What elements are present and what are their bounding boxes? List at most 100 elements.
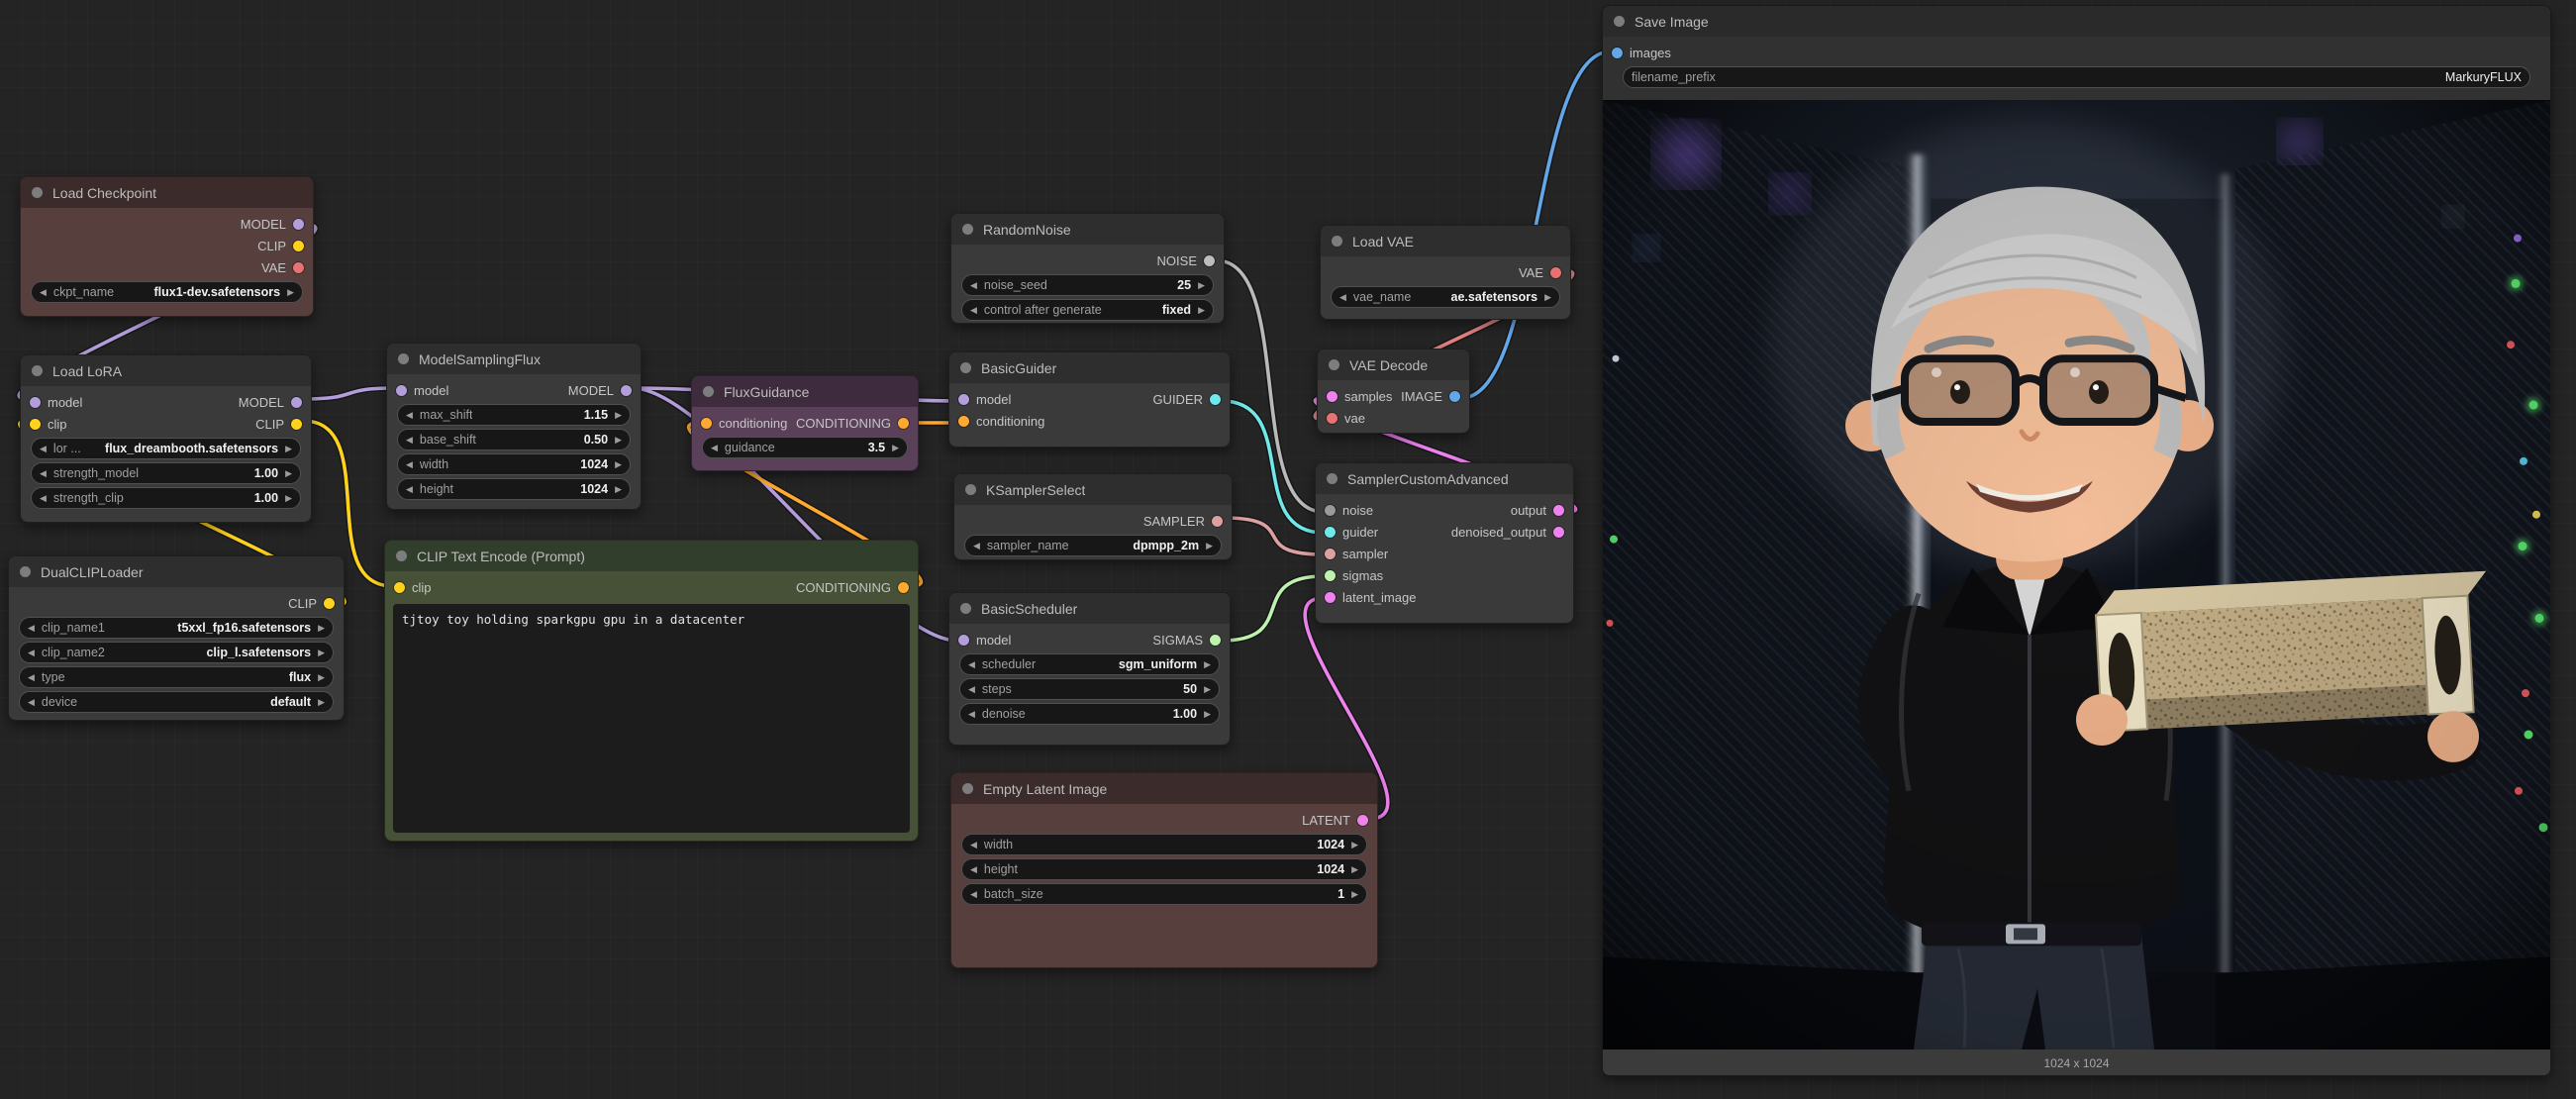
vae-input-port[interactable] bbox=[1327, 413, 1338, 424]
next-arrow-icon[interactable]: ▶ bbox=[892, 443, 899, 453]
lora-name-widget[interactable]: ◀lor ...flux_dreambooth.safetensors▶ bbox=[31, 438, 301, 459]
next-arrow-icon[interactable]: ▶ bbox=[615, 459, 622, 470]
prev-arrow-icon[interactable]: ◀ bbox=[973, 541, 980, 551]
prev-arrow-icon[interactable]: ◀ bbox=[970, 889, 977, 900]
steps-widget[interactable]: ◀steps50▶ bbox=[959, 678, 1220, 700]
height-widget[interactable]: ◀height1024▶ bbox=[961, 858, 1367, 880]
scheduler-widget[interactable]: ◀schedulersgm_uniform▶ bbox=[959, 653, 1220, 675]
prev-arrow-icon[interactable]: ◀ bbox=[968, 709, 975, 720]
node-empty-latent-image[interactable]: Empty Latent Image LATENT ◀width1024▶ ◀h… bbox=[950, 772, 1378, 968]
node-sampler-custom-advanced[interactable]: SamplerCustomAdvanced noise output guide… bbox=[1315, 462, 1574, 624]
noise-input-port[interactable] bbox=[1325, 505, 1336, 516]
vae-output-port[interactable] bbox=[1550, 267, 1561, 278]
latent-output-port[interactable] bbox=[1357, 815, 1368, 826]
node-status-dot[interactable] bbox=[703, 386, 714, 397]
clip-name1-widget[interactable]: ◀clip_name1t5xxl_fp16.safetensors▶ bbox=[19, 617, 334, 639]
sampler-output-port[interactable] bbox=[1212, 516, 1223, 527]
denoised-output-port[interactable] bbox=[1553, 527, 1564, 538]
control-after-generate-widget[interactable]: ◀control after generatefixed▶ bbox=[961, 299, 1214, 321]
next-arrow-icon[interactable]: ▶ bbox=[287, 287, 294, 298]
prev-arrow-icon[interactable]: ◀ bbox=[40, 493, 47, 504]
node-status-dot[interactable] bbox=[20, 566, 31, 577]
node-status-dot[interactable] bbox=[965, 484, 976, 495]
next-arrow-icon[interactable]: ▶ bbox=[1206, 541, 1213, 551]
node-random-noise[interactable]: RandomNoise NOISE ◀noise_seed25▶ ◀contro… bbox=[950, 213, 1225, 324]
base-shift-widget[interactable]: ◀base_shift0.50▶ bbox=[397, 429, 631, 450]
guider-output-port[interactable] bbox=[1210, 394, 1221, 405]
next-arrow-icon[interactable]: ▶ bbox=[318, 672, 325, 683]
model-input-port[interactable] bbox=[30, 397, 41, 408]
prompt-textarea[interactable]: tjtoy toy holding sparkgpu gpu in a data… bbox=[393, 604, 910, 833]
guider-input-port[interactable] bbox=[1325, 527, 1336, 538]
prev-arrow-icon[interactable]: ◀ bbox=[40, 468, 47, 479]
samples-input-port[interactable] bbox=[1327, 391, 1338, 402]
prev-arrow-icon[interactable]: ◀ bbox=[406, 459, 413, 470]
node-status-dot[interactable] bbox=[32, 187, 43, 198]
clip-input-port[interactable] bbox=[394, 582, 405, 593]
prev-arrow-icon[interactable]: ◀ bbox=[40, 444, 47, 454]
prev-arrow-icon[interactable]: ◀ bbox=[970, 840, 977, 850]
node-status-dot[interactable] bbox=[1614, 16, 1625, 27]
next-arrow-icon[interactable]: ▶ bbox=[1204, 659, 1211, 670]
conditioning-input-port[interactable] bbox=[958, 416, 969, 427]
node-status-dot[interactable] bbox=[960, 603, 971, 614]
prev-arrow-icon[interactable]: ◀ bbox=[406, 410, 413, 421]
device-widget[interactable]: ◀devicedefault▶ bbox=[19, 691, 334, 713]
clip-name2-widget[interactable]: ◀clip_name2clip_l.safetensors▶ bbox=[19, 642, 334, 663]
node-status-dot[interactable] bbox=[962, 783, 973, 794]
output-port[interactable] bbox=[1553, 505, 1564, 516]
next-arrow-icon[interactable]: ▶ bbox=[1198, 305, 1205, 316]
prev-arrow-icon[interactable]: ◀ bbox=[970, 864, 977, 875]
next-arrow-icon[interactable]: ▶ bbox=[1351, 889, 1358, 900]
next-arrow-icon[interactable]: ▶ bbox=[318, 623, 325, 634]
prev-arrow-icon[interactable]: ◀ bbox=[28, 623, 35, 634]
next-arrow-icon[interactable]: ▶ bbox=[1351, 864, 1358, 875]
next-arrow-icon[interactable]: ▶ bbox=[1351, 840, 1358, 850]
prev-arrow-icon[interactable]: ◀ bbox=[28, 672, 35, 683]
clip-output-port[interactable] bbox=[291, 419, 302, 430]
node-graph-canvas[interactable]: Load Checkpoint MODEL CLIP VAE ◀ckpt_nam… bbox=[0, 0, 2576, 1099]
prev-arrow-icon[interactable]: ◀ bbox=[970, 280, 977, 291]
next-arrow-icon[interactable]: ▶ bbox=[318, 697, 325, 708]
node-status-dot[interactable] bbox=[32, 365, 43, 376]
vae-output-port[interactable] bbox=[293, 262, 304, 273]
node-status-dot[interactable] bbox=[396, 550, 407, 561]
strength-model-widget[interactable]: ◀strength_model1.00▶ bbox=[31, 462, 301, 484]
clip-output-port[interactable] bbox=[324, 598, 335, 609]
conditioning-output-port[interactable] bbox=[898, 418, 909, 429]
node-status-dot[interactable] bbox=[398, 353, 409, 364]
model-output-port[interactable] bbox=[293, 219, 304, 230]
next-arrow-icon[interactable]: ▶ bbox=[615, 410, 622, 421]
prev-arrow-icon[interactable]: ◀ bbox=[968, 659, 975, 670]
clip-output-port[interactable] bbox=[293, 241, 304, 251]
clip-input-port[interactable] bbox=[30, 419, 41, 430]
prev-arrow-icon[interactable]: ◀ bbox=[970, 305, 977, 316]
sigmas-input-port[interactable] bbox=[1325, 570, 1336, 581]
prev-arrow-icon[interactable]: ◀ bbox=[968, 684, 975, 695]
noise-seed-widget[interactable]: ◀noise_seed25▶ bbox=[961, 274, 1214, 296]
next-arrow-icon[interactable]: ▶ bbox=[285, 468, 292, 479]
model-input-port[interactable] bbox=[958, 635, 969, 646]
prev-arrow-icon[interactable]: ◀ bbox=[28, 697, 35, 708]
prev-arrow-icon[interactable]: ◀ bbox=[1339, 292, 1346, 303]
node-status-dot[interactable] bbox=[1327, 473, 1338, 484]
node-model-sampling-flux[interactable]: ModelSamplingFlux model MODEL ◀max_shift… bbox=[386, 343, 642, 510]
node-save-image[interactable]: Save Image images filename_prefixMarkury… bbox=[1602, 5, 2551, 1076]
batch-size-widget[interactable]: ◀batch_size1▶ bbox=[961, 883, 1367, 905]
conditioning-input-port[interactable] bbox=[701, 418, 712, 429]
height-widget[interactable]: ◀height1024▶ bbox=[397, 478, 631, 500]
prev-arrow-icon[interactable]: ◀ bbox=[406, 484, 413, 495]
conditioning-output-port[interactable] bbox=[898, 582, 909, 593]
sampler-input-port[interactable] bbox=[1325, 549, 1336, 559]
vae-name-widget[interactable]: ◀vae_nameae.safetensors▶ bbox=[1331, 286, 1560, 308]
node-status-dot[interactable] bbox=[1329, 359, 1339, 370]
node-basic-guider[interactable]: BasicGuider model GUIDER conditioning bbox=[948, 351, 1231, 448]
next-arrow-icon[interactable]: ▶ bbox=[1544, 292, 1551, 303]
model-input-port[interactable] bbox=[396, 385, 407, 396]
model-output-port[interactable] bbox=[621, 385, 632, 396]
sigmas-output-port[interactable] bbox=[1210, 635, 1221, 646]
node-load-checkpoint[interactable]: Load Checkpoint MODEL CLIP VAE ◀ckpt_nam… bbox=[20, 176, 314, 317]
node-status-dot[interactable] bbox=[960, 362, 971, 373]
images-input-port[interactable] bbox=[1612, 48, 1623, 58]
type-widget[interactable]: ◀typeflux▶ bbox=[19, 666, 334, 688]
